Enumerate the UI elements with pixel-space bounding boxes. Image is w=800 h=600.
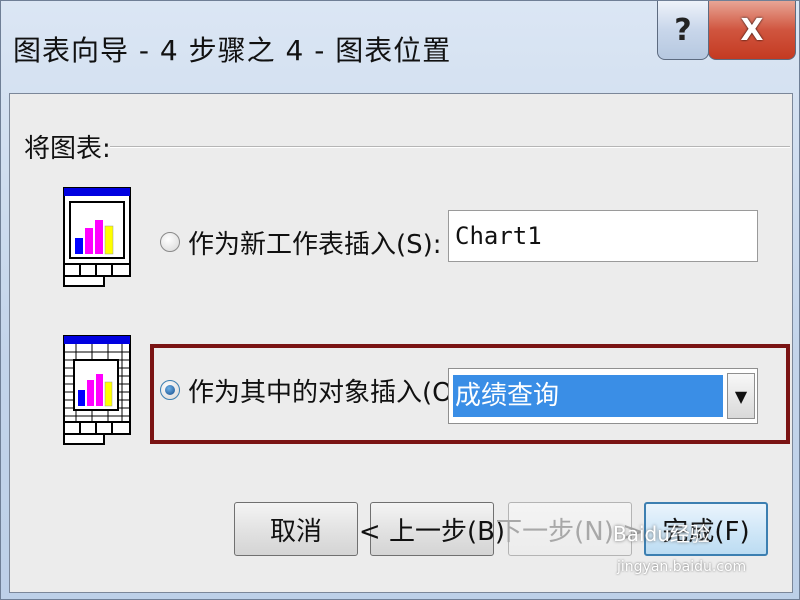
title-bar[interactable]: 图表向导 - 4 步骤之 4 - 图表位置 ? X [1, 1, 800, 93]
chevron-down-icon: ▼ [734, 386, 748, 406]
object-label[interactable]: 作为其中的对象插入(O): [188, 372, 472, 409]
embedded-chart-icon [63, 335, 131, 445]
dialog-body: 将图表: 作为新工作表插入(S): Chart1 作为其中的对象插入(O): 成… [9, 93, 793, 593]
sheet-select[interactable]: 成绩查询 ▼ [448, 368, 758, 424]
radio-selected-dot [165, 385, 175, 395]
back-button[interactable]: < 上一步(B) [359, 502, 505, 556]
dialog-window: 图表向导 - 4 步骤之 4 - 图表位置 ? X 将图表: 作为新工作表插入(… [0, 0, 800, 600]
new-sheet-label[interactable]: 作为新工作表插入(S): [188, 224, 442, 261]
close-icon: X [740, 12, 764, 48]
cancel-button[interactable]: 取消 [234, 502, 358, 556]
watermark-logo: Baidu经验 [613, 522, 710, 546]
object-radio[interactable] [160, 380, 180, 400]
new-sheet-name-input[interactable]: Chart1 [448, 210, 758, 262]
help-icon: ? [674, 12, 692, 48]
new-sheet-chart-icon [63, 187, 131, 287]
window-title: 图表向导 - 4 步骤之 4 - 图表位置 [13, 34, 452, 67]
new-sheet-radio[interactable] [160, 232, 180, 252]
group-divider [110, 146, 790, 148]
close-button[interactable]: X [708, 1, 796, 60]
watermark-url: jingyan.baidu.com [617, 559, 747, 575]
group-label: 将图表: [24, 134, 111, 164]
help-button[interactable]: ? [657, 1, 709, 60]
dropdown-arrow-button[interactable]: ▼ [727, 373, 755, 419]
sheet-select-value: 成绩查询 [453, 375, 723, 417]
